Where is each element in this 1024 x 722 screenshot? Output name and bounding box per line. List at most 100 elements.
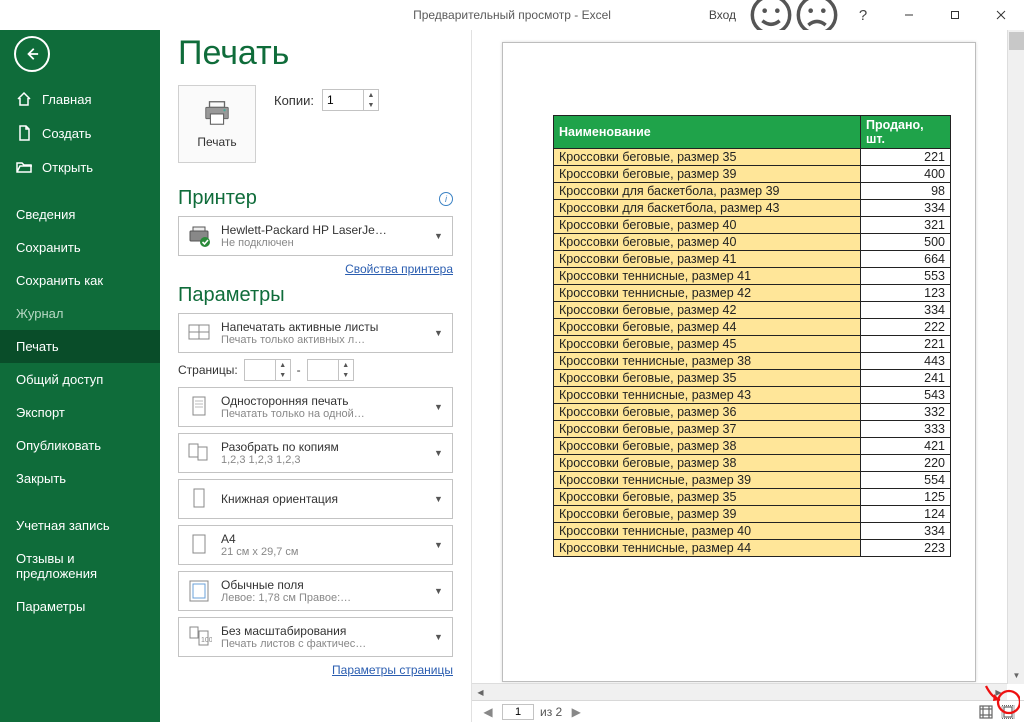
printer-status: Не подключен	[221, 237, 426, 249]
preview-footer: ◀ из 2 ▶	[472, 700, 1024, 722]
table-row: Кроссовки беговые, размер 40500	[554, 234, 951, 251]
table-row: Кроссовки для баскетбола, размер 3998	[554, 183, 951, 200]
table-row: Кроссовки теннисные, размер 40334	[554, 523, 951, 540]
back-button[interactable]	[14, 36, 50, 72]
preview-table: НаименованиеПродано, шт.Кроссовки беговы…	[553, 115, 951, 557]
sidebar-info[interactable]: Сведения	[0, 198, 160, 231]
margins-selector[interactable]: Обычные поляЛевое: 1,78 см Правое:… ▼	[178, 571, 453, 611]
face-smile-icon[interactable]	[748, 0, 794, 30]
table-row: Кроссовки беговые, размер 38421	[554, 438, 951, 455]
prev-page-button[interactable]: ◀	[480, 705, 496, 719]
sidebar-label: Параметры	[16, 599, 85, 614]
print-what-selector[interactable]: Напечатать активные листыПечать только а…	[178, 313, 453, 353]
portrait-icon	[185, 485, 213, 513]
sidebar-home[interactable]: Главная	[0, 82, 160, 116]
table-row: Кроссовки беговые, размер 41664	[554, 251, 951, 268]
sidebar-label: Экспорт	[16, 405, 65, 420]
collate-selector[interactable]: Разобрать по копиям1,2,3 1,2,3 1,2,3 ▼	[178, 433, 453, 473]
svg-text:100: 100	[201, 637, 212, 644]
orientation-selector[interactable]: Книжная ориентация ▼	[178, 479, 453, 519]
sidebar-publish[interactable]: Опубликовать	[0, 429, 160, 462]
sidebar-label: Печать	[16, 339, 59, 354]
table-row: Кроссовки теннисные, размер 42123	[554, 285, 951, 302]
file-new-icon	[16, 125, 32, 141]
scroll-down[interactable]: ▼	[1008, 667, 1024, 684]
scaling-selector[interactable]: 100 Без масштабированияПечать листов с ф…	[178, 617, 453, 657]
sidebar-close[interactable]: Закрыть	[0, 462, 160, 495]
duplex-selector[interactable]: Односторонняя печатьПечатать только на о…	[178, 387, 453, 427]
close-button[interactable]	[978, 0, 1024, 30]
sidebar-options[interactable]: Параметры	[0, 590, 160, 623]
sidebar-new[interactable]: Создать	[0, 116, 160, 150]
sidebar-history[interactable]: Журнал	[0, 297, 160, 330]
help-icon[interactable]: ?	[840, 0, 886, 30]
scroll-thumb[interactable]	[1009, 32, 1024, 50]
page-title: Печать	[178, 34, 453, 73]
minimize-button[interactable]	[886, 0, 932, 30]
table-row: Кроссовки теннисные, размер 44223	[554, 540, 951, 557]
page-to-spinner[interactable]: ▲▼	[307, 359, 354, 381]
copies-label: Копии:	[274, 93, 314, 108]
copies-spinner[interactable]: ▲▼	[322, 89, 379, 111]
sidebar-save[interactable]: Сохранить	[0, 231, 160, 264]
spinner-up[interactable]: ▲	[364, 90, 378, 100]
sidebar-export[interactable]: Экспорт	[0, 396, 160, 429]
folder-open-icon	[16, 159, 32, 175]
horizontal-scrollbar[interactable]: ◀ ▶	[472, 683, 1007, 700]
sidebar-feedback[interactable]: Отзывы и предложения	[0, 542, 160, 590]
print-settings-panel: Печать Печать Копии: ▲▼ Принтер i	[160, 30, 472, 722]
chevron-down-icon: ▼	[434, 448, 446, 458]
sidebar-label: Закрыть	[16, 471, 66, 486]
table-row: Кроссовки для баскетбола, размер 43334	[554, 200, 951, 217]
sidebar-label: Главная	[42, 92, 91, 107]
page-to-input[interactable]	[308, 361, 338, 379]
window-title: Предварительный просмотр - Excel	[413, 8, 611, 22]
sidebar-label: Открыть	[42, 160, 93, 175]
scale-icon: 100	[185, 623, 213, 651]
table-row: Кроссовки теннисные, размер 43543	[554, 387, 951, 404]
printer-selector[interactable]: Hewlett-Packard HP LaserJe…Не подключен …	[178, 216, 453, 256]
pages-row: Страницы: ▲▼ - ▲▼	[178, 359, 453, 381]
collate-icon	[185, 439, 213, 467]
sidebar-label: Общий доступ	[16, 372, 103, 387]
table-row: Кроссовки теннисные, размер 41553	[554, 268, 951, 285]
vertical-scrollbar[interactable]: ▲ ▼	[1007, 30, 1024, 684]
sidebar-label: Сведения	[16, 207, 75, 222]
table-row: Кроссовки беговые, размер 38220	[554, 455, 951, 472]
table-row: Кроссовки беговые, размер 35125	[554, 489, 951, 506]
copies-input[interactable]	[323, 91, 363, 109]
maximize-button[interactable]	[932, 0, 978, 30]
next-page-button[interactable]: ▶	[568, 705, 584, 719]
page-from-input[interactable]	[245, 361, 275, 379]
scroll-left[interactable]: ◀	[472, 684, 489, 701]
margins-icon	[185, 577, 213, 605]
sidebar-account[interactable]: Учетная запись	[0, 509, 160, 542]
pages-label: Страницы:	[178, 363, 238, 377]
sheets-icon	[185, 319, 213, 347]
printer-icon	[202, 99, 232, 127]
face-sad-icon[interactable]	[794, 0, 840, 30]
printer-properties-link[interactable]: Свойства принтера	[178, 262, 453, 276]
page-from-spinner[interactable]: ▲▼	[244, 359, 291, 381]
page-setup-link[interactable]: Параметры страницы	[178, 663, 453, 677]
table-row: Кроссовки беговые, размер 42334	[554, 302, 951, 319]
total-pages-label: из 2	[540, 705, 562, 719]
chevron-down-icon: ▼	[434, 328, 446, 338]
table-row: Кроссовки беговые, размер 39124	[554, 506, 951, 523]
chevron-down-icon: ▼	[434, 540, 446, 550]
table-row: Кроссовки беговые, размер 40321	[554, 217, 951, 234]
sidebar-open[interactable]: Открыть	[0, 150, 160, 184]
info-icon[interactable]: i	[439, 192, 453, 206]
chevron-down-icon: ▼	[434, 231, 446, 241]
sidebar-share[interactable]: Общий доступ	[0, 363, 160, 396]
table-row: Кроссовки беговые, размер 45221	[554, 336, 951, 353]
current-page-input[interactable]	[502, 704, 534, 720]
spinner-down[interactable]: ▼	[364, 100, 378, 110]
print-button[interactable]: Печать	[178, 85, 256, 163]
page-single-icon	[185, 393, 213, 421]
paper-size-selector[interactable]: A421 см x 29,7 см ▼	[178, 525, 453, 565]
login-link[interactable]: Вход	[697, 0, 748, 30]
sidebar-saveas[interactable]: Сохранить как	[0, 264, 160, 297]
params-section-title: Параметры	[178, 284, 453, 307]
sidebar-print[interactable]: Печать	[0, 330, 160, 363]
